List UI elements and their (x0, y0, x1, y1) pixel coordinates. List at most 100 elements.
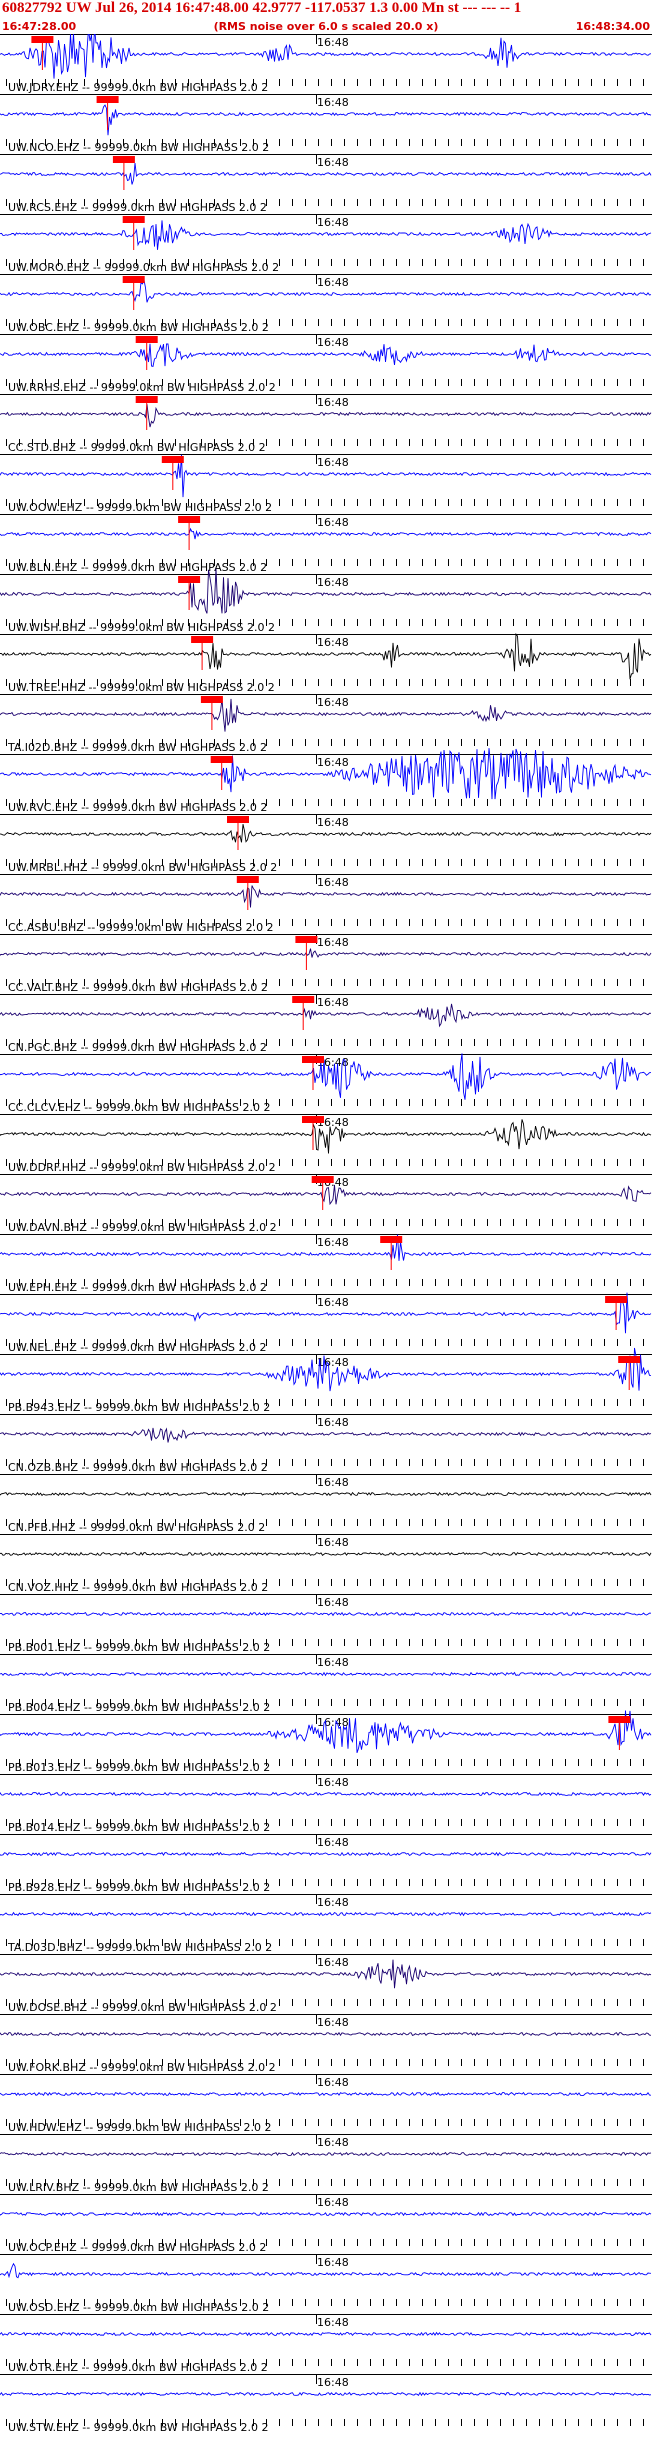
waveform-trace (0, 1611, 652, 1617)
trace-label: UW.DDRF.HHZ -- 99999.0km BW HIGHPASS 2.0… (8, 1161, 276, 1174)
time-mark-label: 16:48 (317, 1356, 349, 1369)
time-mark-label: 16:48 (317, 1296, 349, 1309)
time-mark-label: 16:48 (317, 936, 349, 949)
time-mark-label: 16:48 (317, 2316, 349, 2329)
pick-marker (135, 396, 158, 403)
time-mark-label: 16:48 (317, 816, 349, 829)
pick-marker (302, 1056, 324, 1063)
time-mark-label: 16:48 (317, 756, 349, 769)
time-mark-label: 16:48 (317, 2136, 349, 2149)
pick-marker (122, 216, 145, 223)
pick-marker (200, 696, 223, 703)
time-mark-label: 16:48 (317, 576, 349, 589)
waveform-trace (0, 2331, 652, 2337)
time-mark-label: 16:48 (317, 636, 349, 649)
trace-label: CC.CLCV.EHZ -- 99999.0km BW HIGHPASS 2.0… (8, 1101, 270, 1114)
pick-marker (210, 756, 233, 763)
waveform-trace (0, 1911, 652, 1917)
pick-marker (380, 1236, 403, 1243)
time-mark-label: 16:48 (317, 216, 349, 229)
waveform-trace (0, 1551, 652, 1557)
trace-label: TA.I02D.BHZ -- 99999.0km BW HIGHPASS 2.0… (7, 741, 267, 754)
pick-marker (608, 1716, 631, 1723)
time-mark-label: 16:48 (317, 1236, 349, 1249)
trace-label: UW.JDRY.EHZ -- 99999.0km BW HIGHPASS 2.0… (8, 81, 268, 94)
pick-marker (295, 936, 318, 943)
seismogram-panel: 16:48 UW.JDRY.EHZ -- 99999.0km BW HIGHPAS… (0, 34, 652, 2434)
time-mark-label: 16:48 (317, 996, 349, 1009)
plot-title: 60827792 UW Jul 26, 2014 16:47:48.00 42.… (2, 0, 522, 16)
time-mark-label: 16:48 (317, 456, 349, 469)
pick-marker (122, 276, 145, 283)
trace-label: CC.STD.BHZ -- 99999.0km BW HIGHPASS 2.0 … (8, 441, 266, 454)
time-mark-label: 16:48 (317, 876, 349, 889)
waveform-trace (0, 1491, 652, 1497)
time-mark-label: 16:48 (317, 96, 349, 109)
trace-label: UW.OCP.EHZ -- 99999.0km BW HIGHPASS 2.0 … (8, 2241, 266, 2254)
time-mark-label: 16:48 (317, 2256, 349, 2269)
end-time-label: 16:48:34.00 (575, 20, 650, 33)
waveform-trace (0, 2091, 652, 2097)
pick-marker (135, 336, 158, 343)
waveform-trace (0, 2391, 652, 2397)
pick-marker (605, 1296, 628, 1303)
waveform-trace (0, 1427, 652, 1443)
time-mark-label: 16:48 (317, 1836, 349, 1849)
trace-label: UW.MRBL.HHZ -- 99999.0km BW HIGHPASS 2.0… (8, 861, 277, 874)
trace-label: UW.TREE.HHZ -- 99999.0km BW HIGHPASS 2.0… (8, 681, 275, 694)
trace-label: UW.MORO.EHZ -- 99999.0km BW HIGHPASS 2.0… (8, 261, 279, 274)
pick-marker (292, 996, 315, 1003)
pick-marker (311, 1176, 334, 1183)
time-mark-label: 16:48 (317, 396, 349, 409)
waveform-trace (0, 1671, 652, 1677)
pick-marker (618, 1356, 641, 1363)
trace-label: UW.HDW.EHZ -- 99999.0km BW HIGHPASS 2.0 … (8, 2121, 272, 2134)
trace-label: CN.PGC.BHZ -- 99999.0km BW HIGHPASS 2.0 … (8, 1041, 267, 1054)
time-mark-label: 16:48 (317, 276, 349, 289)
time-mark-label: 16:48 (317, 1536, 349, 1549)
trace-label: UW.DAVN.BHZ -- 99999.0km BW HIGHPASS 2.0… (8, 1221, 277, 1234)
trace-label: PB.B943.EHZ -- 99999.0km BW HIGHPASS 2.0… (8, 1401, 270, 1414)
plot-header: 60827792 UW Jul 26, 2014 16:47:48.00 42.… (0, 0, 652, 34)
trace-label: UW.OBC.EHZ -- 99999.0km BW HIGHPASS 2.0 … (8, 321, 269, 334)
trace-label: UW.LRIV.BHZ -- 99999.0km BW HIGHPASS 2.0… (8, 2181, 269, 2194)
waveform-trace (0, 527, 652, 540)
time-mark-label: 16:48 (317, 1656, 349, 1669)
pick-marker (161, 456, 184, 463)
trace-label: CN.VOZ.HHZ -- 99999.0km BW HIGHPASS 2.0 … (8, 1581, 268, 1594)
trace-label: UW.OSD.EHZ -- 99999.0km BW HIGHPASS 2.0 … (8, 2301, 269, 2314)
pick-marker (31, 36, 54, 43)
time-mark-label: 16:48 (317, 2016, 349, 2029)
pick-marker (302, 1116, 324, 1123)
trace-label: CC.VALT.BHZ -- 99999.0km BW HIGHPASS 2.0… (8, 981, 268, 994)
pick-marker (236, 876, 259, 883)
trace-label: UW.BLN.EHZ -- 99999.0km BW HIGHPASS 2.0 … (8, 561, 267, 574)
pick-marker (178, 576, 201, 583)
pick-marker (191, 636, 214, 643)
time-mark-label: 16:48 (317, 516, 349, 529)
trace-label: UW.OTR.EHZ -- 99999.0km BW HIGHPASS 2.0 … (8, 2361, 268, 2374)
time-mark-label: 16:48 (317, 2076, 349, 2089)
trace-label: UW.RCS.EHZ -- 99999.0km BW HIGHPASS 2.0 … (8, 201, 267, 214)
time-mark-label: 16:48 (317, 1596, 349, 1609)
trace-label: UW.OOW.EHZ -- 99999.0km BW HIGHPASS 2.0 … (8, 501, 272, 514)
trace-label: CN.OZB.BHZ -- 99999.0km BW HIGHPASS 2.0 … (8, 1461, 268, 1474)
trace-label: UW.STW.EHZ -- 99999.0km BW HIGHPASS 2.0 … (8, 2421, 268, 2434)
trace-label: TA.D03D.BHZ -- 99999.0km BW HIGHPASS 2.0… (7, 1941, 272, 1954)
trace-label: CC.ASBU.BHZ -- 99999.0km BW HIGHPASS 2.0… (8, 921, 274, 934)
waveform-trace (0, 104, 652, 136)
trace-label: UW.DOSE.BHZ -- 99999.0km BW HIGHPASS 2.0… (8, 2001, 277, 2014)
time-mark-label: 16:48 (317, 2376, 349, 2389)
time-mark-label: 16:48 (317, 1896, 349, 1909)
trace-label: UW.EPH.EHZ -- 99999.0km BW HIGHPASS 2.0 … (8, 1281, 267, 1294)
pick-marker (227, 816, 249, 823)
time-mark-label: 16:48 (317, 2196, 349, 2209)
pick-marker (96, 96, 119, 103)
trace-label: PB.B014.EHZ -- 99999.0km BW HIGHPASS 2.0… (8, 1821, 270, 1834)
trace-label: PB.B004.EHZ -- 99999.0km BW HIGHPASS 2.0… (8, 1701, 270, 1714)
time-mark-label: 16:48 (317, 1776, 349, 1789)
trace-label: UW.NEL.EHZ -- 99999.0km BW HIGHPASS 2.0 … (8, 1341, 266, 1354)
waveform-trace (0, 1791, 652, 1797)
waveform-trace (0, 948, 652, 958)
trace-label: PB.B928.EHZ -- 99999.0km BW HIGHPASS 2.0… (8, 1881, 270, 1894)
